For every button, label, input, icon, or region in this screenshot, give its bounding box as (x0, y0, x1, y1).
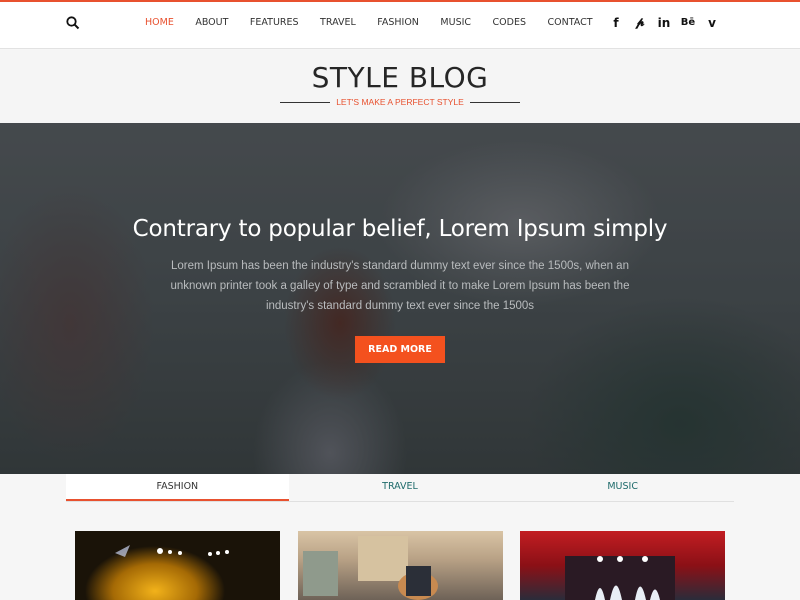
nav-fashion[interactable]: FASHION (377, 17, 419, 28)
nav-codes[interactable]: CODES (493, 17, 526, 28)
main-nav: HOME ABOUT FEATURES TRAVEL FASHION MUSIC… (145, 17, 614, 28)
street-scene-decoration (302, 536, 438, 600)
top-navigation-bar: HOME ABOUT FEATURES TRAVEL FASHION MUSIC… (0, 0, 800, 49)
hero-content: Contrary to popular belief, Lorem Ipsum … (0, 123, 800, 363)
tab-music[interactable]: MUSIC (511, 474, 734, 501)
stage-fountains-decoration (565, 556, 675, 600)
search-icon[interactable] (66, 16, 80, 30)
linkedin-icon[interactable]: in (652, 16, 676, 30)
hero-title: Contrary to popular belief, Lorem Ipsum … (132, 216, 668, 242)
nav-about[interactable]: ABOUT (195, 17, 228, 28)
tab-travel[interactable]: TRAVEL (289, 474, 512, 501)
brand-header: STYLE BLOG LET'S MAKE A PERFECT STYLE (0, 50, 800, 123)
tab-fashion[interactable]: FASHION (66, 474, 289, 501)
pinterest-icon[interactable]: 𝓹 (628, 15, 652, 30)
read-more-button[interactable]: READ MORE (355, 336, 445, 363)
nav-contact[interactable]: CONTACT (548, 17, 593, 28)
behance-icon[interactable]: Bē (676, 17, 700, 28)
nav-home[interactable]: HOME (145, 17, 174, 28)
vimeo-icon[interactable]: v (700, 16, 724, 30)
stage-lights-decoration (115, 545, 229, 557)
tagline-text: LET'S MAKE A PERFECT STYLE (336, 97, 464, 107)
tagline-right-rule (470, 101, 520, 103)
nav-music[interactable]: MUSIC (440, 17, 471, 28)
hero-banner: Contrary to popular belief, Lorem Ipsum … (0, 123, 800, 474)
facebook-icon[interactable]: f (604, 16, 628, 30)
nav-travel[interactable]: TRAVEL (320, 17, 356, 28)
post-card-image-guitarist[interactable] (297, 531, 503, 600)
post-cards (75, 531, 743, 600)
tagline-left-rule (280, 101, 330, 103)
post-card-image-red-stage[interactable] (520, 531, 725, 600)
site-title[interactable]: STYLE BLOG (0, 61, 800, 94)
nav-features[interactable]: FEATURES (250, 17, 299, 28)
hero-text: Lorem Ipsum has been the industry's stan… (170, 260, 630, 312)
post-card-image-concert[interactable] (75, 531, 280, 600)
social-links: f 𝓹 in Bē v (604, 15, 724, 30)
tagline: LET'S MAKE A PERFECT STYLE (280, 97, 520, 107)
category-tabs: FASHION TRAVEL MUSIC (66, 474, 734, 502)
